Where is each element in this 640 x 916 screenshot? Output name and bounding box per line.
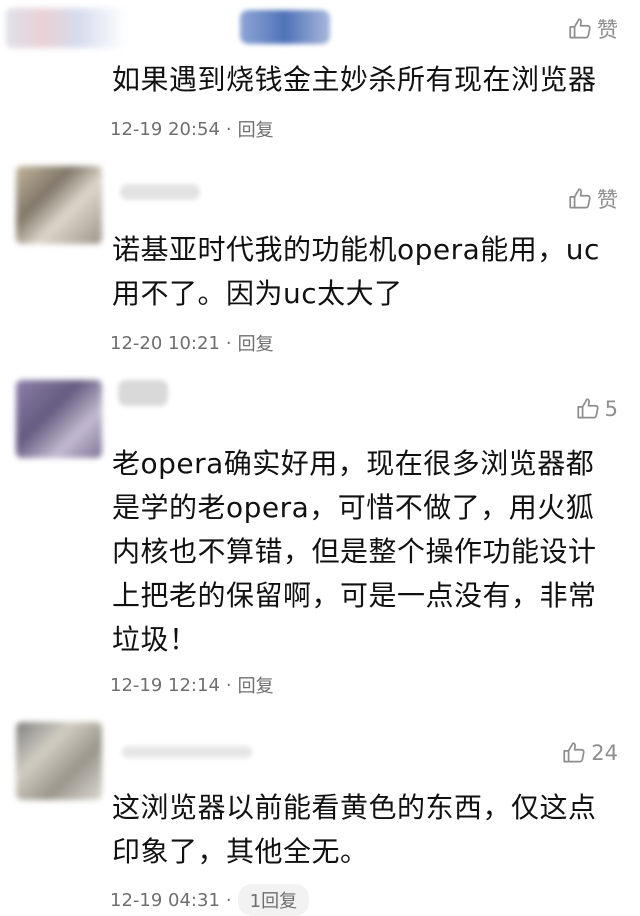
meta-separator: · <box>225 118 232 140</box>
avatar[interactable] <box>16 166 102 244</box>
comment-meta: 12-20 10:21 · 回复 <box>110 330 274 356</box>
reply-button[interactable]: 1回复 <box>237 884 310 916</box>
like-button[interactable]: 赞 <box>567 14 618 44</box>
timestamp: 12-19 04:31 <box>110 889 220 911</box>
thumbs-up-icon <box>563 742 585 763</box>
username[interactable] <box>122 746 252 758</box>
comment-text: 诺基亚时代我的功能机opera能用，uc用不了。因为uc太大了 <box>112 233 600 310</box>
like-button[interactable]: 赞 <box>567 184 618 214</box>
comment-meta: 12-19 12:14 · 回复 <box>110 672 274 698</box>
avatar[interactable] <box>6 8 126 48</box>
timestamp: 12-19 12:14 <box>110 674 220 696</box>
comment-meta: 12-19 04:31 · 1回复 <box>110 884 310 916</box>
meta-separator: · <box>225 332 232 354</box>
thumbs-up-icon <box>569 188 591 209</box>
like-button[interactable]: 5 <box>575 396 618 422</box>
username[interactable] <box>118 380 168 406</box>
username[interactable] <box>120 184 200 200</box>
like-count: 5 <box>604 397 618 421</box>
like-button[interactable]: 24 <box>561 740 618 766</box>
username[interactable] <box>240 10 330 44</box>
timestamp: 12-20 10:21 <box>110 332 220 354</box>
comment-text: 老opera确实好用，现在很多浏览器都是学的老opera，可惜不做了，用火狐内核… <box>112 447 597 656</box>
comment-text: 这浏览器以前能看黄色的东西，仅这点印象了，其他全无。 <box>112 791 597 868</box>
reply-button[interactable]: 回复 <box>238 672 274 698</box>
like-label: 赞 <box>597 188 618 212</box>
like-label: 赞 <box>597 18 618 42</box>
reply-button[interactable]: 回复 <box>238 330 274 356</box>
thumbs-up-icon <box>577 398 599 419</box>
comment-text: 如果遇到烧钱金主妙杀所有现在浏览器 <box>112 63 597 96</box>
avatar[interactable] <box>16 722 102 800</box>
comment-meta: 12-19 20:54 · 回复 <box>110 116 274 142</box>
meta-separator: · <box>225 674 232 696</box>
meta-separator: · <box>225 889 232 911</box>
like-count: 24 <box>591 741 618 765</box>
thumbs-up-icon <box>569 18 591 39</box>
reply-button[interactable]: 回复 <box>238 116 274 142</box>
timestamp: 12-19 20:54 <box>110 118 220 140</box>
avatar[interactable] <box>16 380 102 458</box>
